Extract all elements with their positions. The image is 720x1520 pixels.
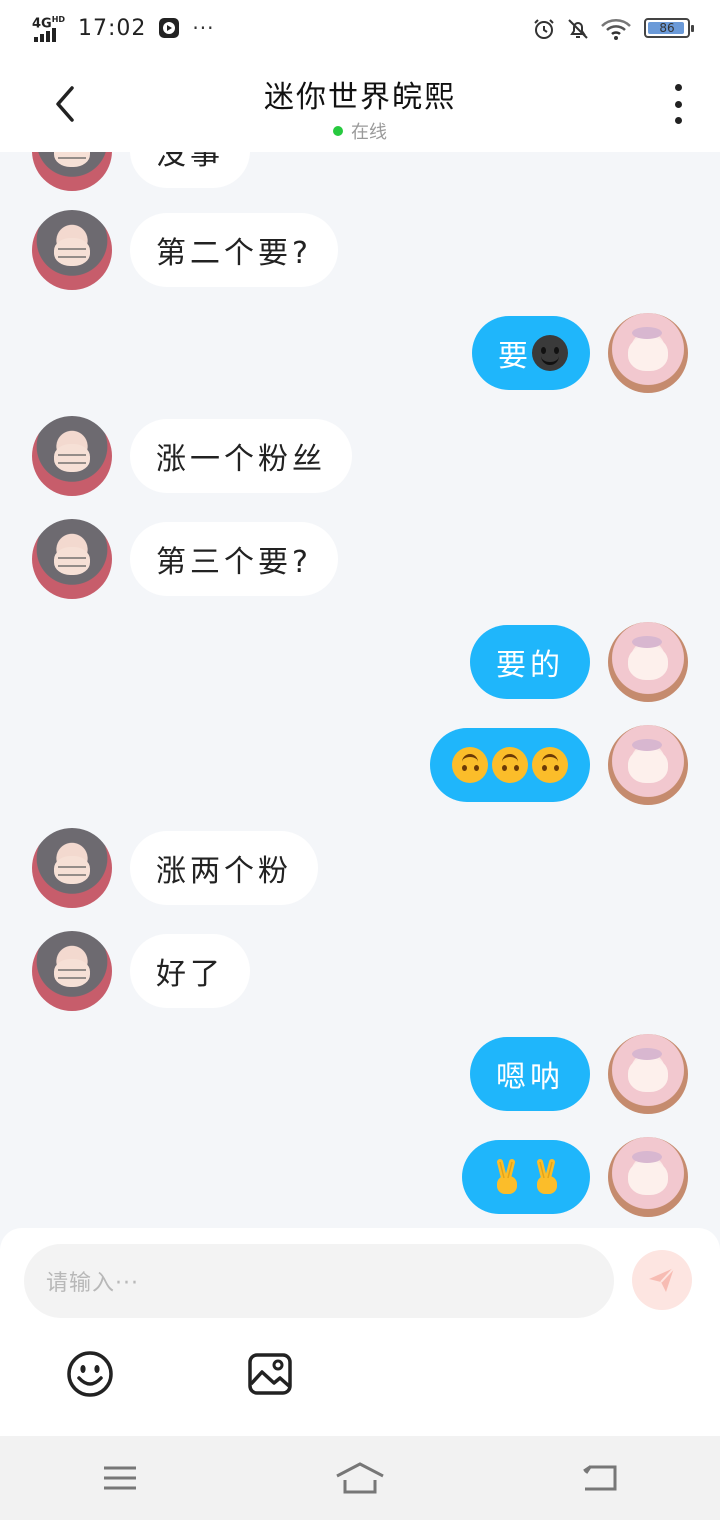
my-avatar[interactable] <box>608 725 688 805</box>
contact-avatar[interactable] <box>32 210 112 290</box>
clock: 17:02 <box>78 15 147 41</box>
recent-apps-button[interactable] <box>90 1453 150 1503</box>
online-dot-icon <box>333 126 343 136</box>
upside-down-face-emoji-icon <box>492 747 528 783</box>
message-row: 涨一个粉丝 <box>32 416 352 496</box>
contact-avatar[interactable] <box>32 519 112 599</box>
my-avatar[interactable] <box>608 1034 688 1114</box>
battery-indicator: 86 <box>644 18 694 38</box>
message-row <box>430 725 688 805</box>
message-row: 嗯呐 <box>470 1034 688 1114</box>
message-list[interactable]: 没事 第二个要? 要 涨一个粉丝 第三个要? 要的 涨两个粉 好了 嗯呐 <box>0 152 720 1228</box>
message-text: 要 <box>498 339 532 374</box>
chat-header: 迷你世界皖熙 在线 <box>0 56 720 152</box>
message-row <box>462 1137 688 1217</box>
contact-avatar[interactable] <box>32 416 112 496</box>
message-bubble[interactable]: 嗯呐 <box>470 1037 590 1111</box>
signal-icon: 4GHD <box>32 14 66 42</box>
message-bubble[interactable]: 涨一个粉丝 <box>130 419 352 493</box>
home-button[interactable] <box>330 1453 390 1503</box>
more-notifications: ··· <box>192 16 215 40</box>
my-avatar[interactable] <box>608 313 688 393</box>
image-button[interactable] <box>246 1350 294 1398</box>
message-bubble[interactable]: 好了 <box>130 934 250 1008</box>
upside-down-face-emoji-icon <box>452 747 488 783</box>
message-bubble[interactable]: 第二个要? <box>130 213 338 287</box>
send-icon <box>649 1267 675 1292</box>
message-bubble[interactable]: 没事 <box>130 152 250 188</box>
contact-avatar[interactable] <box>32 931 112 1011</box>
message-row: 第三个要? <box>32 519 338 599</box>
system-navigation-bar <box>0 1436 720 1520</box>
status-right: 86 <box>532 17 694 40</box>
status-bar: 4GHD 17:02 ··· 86 <box>0 0 720 56</box>
message-bubble[interactable]: 要的 <box>470 625 590 699</box>
home-icon <box>336 1462 384 1494</box>
victory-hand-emoji-icon <box>490 1158 522 1196</box>
message-row: 要的 <box>470 622 688 702</box>
system-back-button[interactable] <box>570 1453 630 1503</box>
message-bubble[interactable] <box>430 728 590 802</box>
wifi-icon <box>600 17 632 40</box>
contact-avatar[interactable] <box>32 828 112 908</box>
message-row: 没事 <box>32 152 250 191</box>
menu-icon <box>104 1466 136 1490</box>
message-bubble[interactable] <box>462 1140 590 1214</box>
message-row: 好了 <box>32 931 250 1011</box>
my-avatar[interactable] <box>608 622 688 702</box>
send-button[interactable] <box>632 1250 692 1310</box>
contact-avatar[interactable] <box>32 152 112 191</box>
dark-smiley-emoji-icon <box>532 335 568 371</box>
back-icon <box>583 1465 617 1491</box>
status-left: 4GHD 17:02 ··· <box>32 14 214 42</box>
mute-bell-icon <box>566 17 588 39</box>
upside-down-face-emoji-icon <box>532 747 568 783</box>
media-play-icon <box>158 17 180 39</box>
title-block: 迷你世界皖熙 在线 <box>0 72 720 144</box>
presence-status: 在线 <box>0 118 720 144</box>
message-row: 涨两个粉 <box>32 828 318 908</box>
more-options-button[interactable] <box>670 84 686 124</box>
message-input[interactable]: 请输入··· <box>24 1244 614 1318</box>
presence-text: 在线 <box>351 122 387 143</box>
image-icon <box>248 1353 292 1395</box>
message-bubble[interactable]: 第三个要? <box>130 522 338 596</box>
composer: 请输入··· <box>0 1228 720 1436</box>
message-row: 要 <box>472 313 688 393</box>
victory-hand-emoji-icon <box>530 1158 562 1196</box>
contact-name: 迷你世界皖熙 <box>264 80 456 115</box>
message-row: 第二个要? <box>32 210 338 290</box>
alarm-icon <box>532 17 554 39</box>
my-avatar[interactable] <box>608 1137 688 1217</box>
message-bubble[interactable]: 要 <box>472 316 590 390</box>
emoji-button[interactable] <box>66 1350 114 1398</box>
message-bubble[interactable]: 涨两个粉 <box>130 831 318 905</box>
emoji-icon <box>67 1351 113 1397</box>
